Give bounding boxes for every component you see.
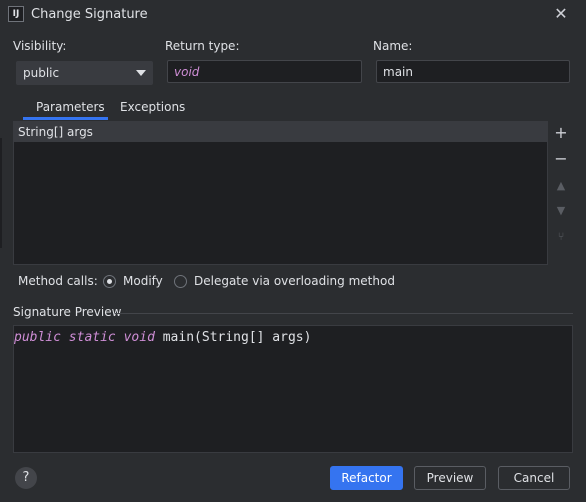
keyword-static: static: [68, 330, 116, 345]
refactor-button[interactable]: Refactor: [330, 466, 403, 490]
signature-preview-title: Signature Preview: [13, 305, 122, 319]
keyword-public: public: [14, 330, 61, 345]
return-type-field[interactable]: void: [167, 60, 362, 83]
chevron-down-icon: [136, 70, 146, 76]
return-type-label: Return type:: [165, 39, 240, 53]
modify-label[interactable]: Modify: [123, 274, 163, 288]
help-icon[interactable]: ?: [15, 467, 37, 489]
visibility-value: public: [23, 66, 60, 80]
active-tab-indicator: [23, 117, 108, 120]
section-divider: [115, 313, 573, 314]
name-field[interactable]: main: [376, 60, 570, 83]
visibility-label: Visibility:: [13, 39, 67, 53]
close-icon[interactable]: ✕: [550, 3, 572, 25]
remove-icon[interactable]: −: [552, 150, 570, 168]
parameters-table[interactable]: String[] args: [13, 121, 548, 265]
add-icon[interactable]: +: [552, 124, 570, 142]
delegate-radio[interactable]: [174, 275, 187, 288]
modify-radio[interactable]: [103, 275, 116, 288]
move-up-icon[interactable]: ▲: [552, 177, 570, 195]
signature-preview-area[interactable]: public static void main(String[] args): [13, 325, 573, 453]
move-down-icon[interactable]: ▼: [552, 202, 570, 220]
cancel-button[interactable]: Cancel: [498, 466, 570, 490]
signature-code: public static void main(String[] args): [14, 330, 311, 345]
visibility-select[interactable]: public: [16, 61, 153, 85]
title-bar: IJ Change Signature ✕: [0, 0, 586, 32]
tab-exceptions[interactable]: Exceptions: [120, 100, 185, 114]
delegate-label[interactable]: Delegate via overloading method: [194, 274, 395, 288]
method-calls-label: Method calls:: [18, 274, 98, 288]
propagate-icon[interactable]: ⑂: [552, 228, 570, 246]
tab-parameters[interactable]: Parameters: [36, 100, 105, 114]
dialog-title: Change Signature: [31, 7, 148, 22]
keyword-void: void: [123, 330, 155, 345]
signature-rest: main(String[] args): [154, 330, 312, 345]
name-label: Name:: [373, 39, 413, 53]
intellij-logo-icon: IJ: [8, 6, 24, 22]
table-row[interactable]: String[] args: [14, 122, 547, 142]
window-edge: [0, 138, 2, 248]
parameter-text: String[] args: [18, 125, 93, 139]
preview-button[interactable]: Preview: [414, 466, 486, 490]
